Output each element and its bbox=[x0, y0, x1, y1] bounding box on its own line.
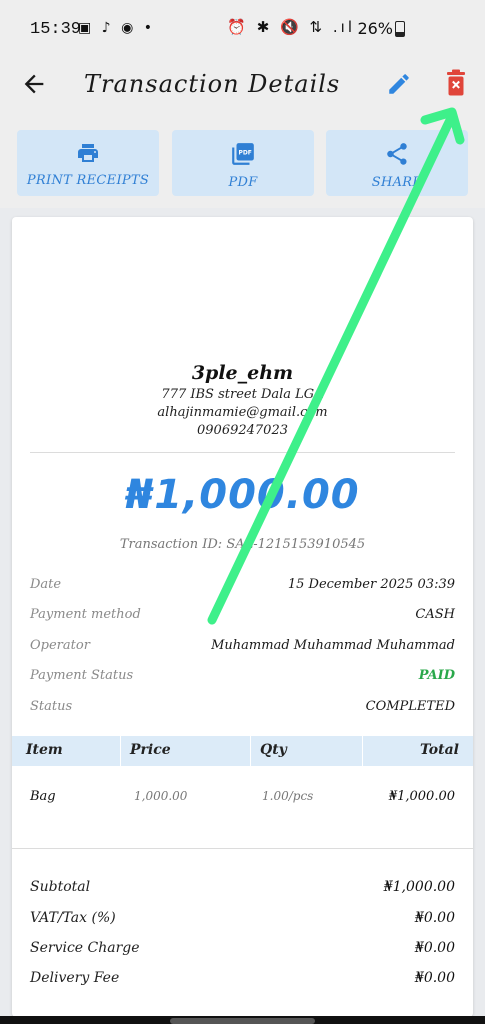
printer-icon bbox=[78, 144, 98, 162]
column-item: Item bbox=[26, 742, 63, 758]
home-gesture-pill[interactable] bbox=[170, 1018, 315, 1024]
delivery-fee-value: ₦0.00 bbox=[414, 970, 455, 986]
date-value: 15 December 2025 03:39 bbox=[287, 577, 455, 592]
column-total: Total bbox=[419, 742, 459, 758]
subtotal-label: Subtotal bbox=[30, 879, 91, 895]
divider bbox=[30, 452, 455, 453]
svg-text:PDF: PDF bbox=[238, 150, 251, 157]
column-divider bbox=[120, 736, 121, 766]
pdf-icon: PDF bbox=[232, 143, 254, 165]
vat-value: ₦0.00 bbox=[414, 910, 455, 926]
shop-name: 3ple_ehm bbox=[191, 362, 294, 384]
payment-status-label: Payment Status bbox=[30, 668, 134, 683]
share-icon bbox=[387, 143, 407, 165]
transaction-id: Transaction ID: SAL-1215153910545 bbox=[119, 537, 366, 552]
battery-icon bbox=[395, 21, 405, 37]
date-label: Date bbox=[30, 577, 62, 592]
service-charge-value: ₦0.00 bbox=[414, 940, 455, 956]
back-arrow-icon[interactable] bbox=[20, 70, 48, 98]
item-total: ₦1,000.00 bbox=[388, 789, 455, 804]
shop-phone: 09069247023 bbox=[197, 423, 288, 438]
table-row: Bag 1,000.00 1.00/pcs ₦1,000.00 bbox=[12, 787, 473, 811]
column-qty: Qty bbox=[260, 742, 287, 758]
subtotal-value: ₦1,000.00 bbox=[383, 879, 455, 895]
operator-label: Operator bbox=[30, 638, 90, 653]
pdf-label: PDF bbox=[228, 175, 258, 190]
share-button[interactable]: SHARE bbox=[326, 130, 468, 196]
delete-trash-icon[interactable] bbox=[444, 69, 468, 97]
battery-percent: 26% bbox=[357, 19, 393, 38]
item-name: Bag bbox=[30, 789, 56, 804]
print-receipts-button[interactable]: PRINT RECEIPTS bbox=[17, 130, 159, 196]
status-label: Status bbox=[30, 699, 73, 714]
system-nav-bar bbox=[0, 1016, 485, 1024]
delivery-fee-label: Delivery Fee bbox=[30, 970, 120, 986]
notification-icons: ▣ ♪ ◉ • bbox=[78, 20, 155, 36]
column-divider bbox=[250, 736, 251, 766]
status-value: COMPLETED bbox=[365, 699, 455, 714]
items-table-header: Item Price Qty Total bbox=[12, 736, 473, 766]
status-bar: 15:39 ▣ ♪ ◉ • ⏰ ✱ 🔇 ⇅ .ıl 26% bbox=[0, 0, 485, 50]
pdf-button[interactable]: PDF PDF bbox=[172, 130, 314, 196]
column-price: Price bbox=[130, 742, 171, 758]
edit-pencil-icon[interactable] bbox=[386, 71, 412, 97]
shop-info: 3ple_ehm 777 IBS street Dala LGA alhajin… bbox=[12, 362, 473, 438]
payment-status-badge: PAID bbox=[418, 668, 455, 683]
clock: 15:39 bbox=[30, 20, 82, 39]
column-divider bbox=[362, 736, 363, 766]
total-amount: ₦1,000.00 bbox=[125, 472, 360, 518]
operator-value: Muhammad Muhammad Muhammad bbox=[211, 638, 455, 653]
shop-email: alhajinmamie@gmail.com bbox=[157, 405, 328, 420]
service-charge-label: Service Charge bbox=[30, 940, 140, 956]
print-receipts-label: PRINT RECEIPTS bbox=[26, 173, 150, 188]
item-qty: 1.00/pcs bbox=[262, 789, 314, 803]
payment-method-value: CASH bbox=[415, 607, 455, 622]
share-label: SHARE bbox=[371, 175, 423, 190]
payment-method-label: Payment method bbox=[30, 607, 141, 622]
system-icons: ⏰ ✱ 🔇 ⇅ .ıl bbox=[227, 18, 355, 36]
divider bbox=[12, 848, 473, 849]
vat-label: VAT/Tax (%) bbox=[30, 910, 116, 926]
shop-address: 777 IBS street Dala LGA bbox=[161, 387, 324, 402]
item-price: 1,000.00 bbox=[134, 789, 188, 803]
app-bar: Transaction Details bbox=[0, 50, 485, 120]
receipt-card: 3ple_ehm 777 IBS street Dala LGA alhajin… bbox=[12, 217, 473, 1017]
receipt-actions: PRINT RECEIPTS PDF PDF SHARE bbox=[0, 120, 485, 208]
page-title: Transaction Details bbox=[84, 70, 341, 98]
